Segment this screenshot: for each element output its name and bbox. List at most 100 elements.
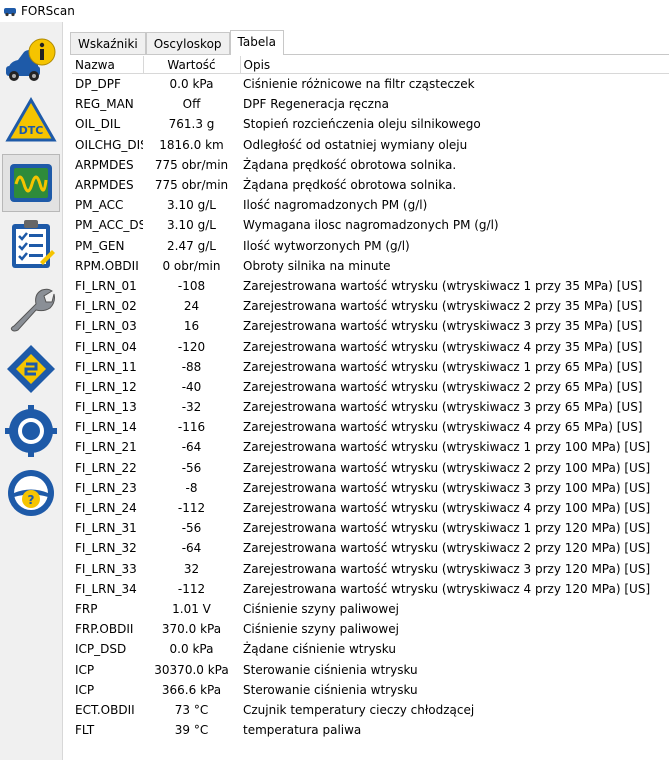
- cell-value: 0.0 kPa: [169, 642, 214, 657]
- tab-indicators[interactable]: Wskaźniki: [70, 32, 146, 54]
- table-row[interactable]: OIL_DIL 761.3 g Stopień rozcieńczenia olej…: [72, 114, 669, 134]
- sidebar-item-oscilloscope[interactable]: [2, 154, 60, 212]
- cell-name: FI_LRN_31: [75, 521, 137, 536]
- cell-description: Zarejestrowana wartość wtrysku (wtryskiw…: [243, 541, 651, 556]
- cell-name: FLT: [75, 723, 95, 738]
- cell-description: Sterowanie ciśnienia wtrysku: [243, 662, 418, 677]
- tab-strip: Wskaźniki Oscyloskop Tabela: [70, 30, 669, 55]
- sidebar-item-settings[interactable]: [2, 402, 60, 460]
- sidebar-item-checklist[interactable]: [2, 216, 60, 274]
- table-row[interactable]: FI_LRN_32 -64 Zarejestrowana wartość wtrys…: [72, 538, 669, 558]
- cell-value: 2.47 g/L: [167, 238, 216, 253]
- cell-value: -8: [185, 480, 198, 495]
- tab-table[interactable]: Tabela: [229, 30, 284, 55]
- table-row[interactable]: PM_ACC 3.10 g/L Ilość nagromadzonych PM (g…: [72, 195, 669, 215]
- table-row[interactable]: FI_LRN_12 -40 Zarejestrowana wartość wtrys…: [72, 377, 669, 397]
- cell-value: -32: [181, 400, 202, 415]
- pid-table: Nazwa Wartość Opis DP_DPF 0.0 kPa Ciśnieni…: [72, 56, 669, 740]
- table-row[interactable]: FI_LRN_31 -56 Zarejestrowana wartość wtrys…: [72, 518, 669, 538]
- table-row[interactable]: FLT 39 °C temperatura paliwa: [72, 720, 669, 740]
- cell-name: FRP: [75, 601, 98, 616]
- cell-description: Zarejestrowana wartość wtrysku (wtryskiw…: [243, 299, 643, 314]
- cell-description: Żądane ciśnienie wtrysku: [243, 642, 396, 657]
- cell-value: 0.0 kPa: [169, 77, 214, 92]
- table-row[interactable]: FI_LRN_24 -112 Zarejestrowana wartość wtry…: [72, 498, 669, 518]
- table-row[interactable]: FRP.OBDII 370.0 kPa Ciśnienie szyny paliwo…: [72, 619, 669, 639]
- cell-value: 1.01 V: [172, 601, 211, 616]
- table-row[interactable]: FI_LRN_14 -116 Zarejestrowana wartość wtry…: [72, 417, 669, 437]
- cell-description: Obroty silnika na minute: [243, 258, 391, 273]
- table-row[interactable]: FI_LRN_04 -120 Zarejestrowana wartość wtry…: [72, 336, 669, 356]
- table-row[interactable]: FI_LRN_01 -108 Zarejestrowana wartość wtry…: [72, 276, 669, 296]
- table-row[interactable]: ECT.OBDII 73 °C Czujnik temperatury cieczy…: [72, 700, 669, 720]
- table-row[interactable]: FI_LRN_21 -64 Zarejestrowana wartość wtrys…: [72, 437, 669, 457]
- cell-description: Odległość od ostatniej wymiany oleju: [243, 137, 468, 152]
- cell-description: Zarejestrowana wartość wtrysku (wtryskiw…: [243, 440, 651, 455]
- cell-value: -64: [181, 440, 202, 455]
- table-row[interactable]: DP_DPF 0.0 kPa Ciśnienie różnicowe na filt…: [72, 74, 669, 95]
- cell-name: FI_LRN_24: [75, 501, 137, 516]
- table-row[interactable]: ICP 366.6 kPa Sterowanie ciśnienia wtrysku: [72, 680, 669, 700]
- cell-description: Ciśnienie szyny paliwowej: [243, 601, 399, 616]
- cell-name: FI_LRN_32: [75, 541, 137, 556]
- cell-description: Zarejestrowana wartość wtrysku (wtryskiw…: [243, 400, 643, 415]
- table-row[interactable]: PM_ACC_DS 3.10 g/L Wymagana ilosc nagromad…: [72, 215, 669, 235]
- table-row[interactable]: FI_LRN_02 24 Zarejestrowana wartość wtrysk…: [72, 296, 669, 316]
- table-row[interactable]: FI_LRN_22 -56 Zarejestrowana wartość wtrys…: [72, 458, 669, 478]
- cell-description: Sterowanie ciśnienia wtrysku: [243, 682, 418, 697]
- sidebar-item-modules[interactable]: [2, 340, 60, 398]
- cell-name: FI_LRN_04: [75, 339, 137, 354]
- cell-value: -112: [177, 581, 206, 596]
- cell-value: -112: [177, 501, 206, 516]
- table-row[interactable]: REG_MAN Off DPF Regeneracja ręczna: [72, 94, 669, 114]
- sidebar-item-info[interactable]: [2, 30, 60, 88]
- cell-description: Zarejestrowana wartość wtrysku (wtryskiw…: [243, 561, 651, 576]
- tab-oscilloscope[interactable]: Oscyloskop: [145, 32, 230, 54]
- cell-name: ARPMDES: [75, 178, 134, 193]
- cell-description: Zarejestrowana wartość wtrysku (wtryskiw…: [243, 501, 651, 516]
- window-title: FORScan: [21, 4, 75, 18]
- cell-name: DP_DPF: [75, 77, 121, 92]
- oscilloscope-icon: [10, 164, 52, 202]
- cell-description: Zarejestrowana wartość wtrysku (wtryskiw…: [243, 521, 651, 536]
- sidebar-item-service[interactable]: [2, 278, 60, 336]
- cell-name: ICP_DSD: [75, 642, 127, 657]
- cell-value: -64: [181, 541, 202, 556]
- cell-value: 24: [183, 299, 200, 314]
- table-row[interactable]: FI_LRN_34 -112 Zarejestrowana wartość wtry…: [72, 579, 669, 599]
- table-row[interactable]: RPM.OBDII 0 obr/min Obroty silnika na minu…: [72, 256, 669, 276]
- cell-value: 16: [183, 319, 200, 334]
- cell-name: FI_LRN_23: [75, 480, 137, 495]
- table-row[interactable]: ICP 30370.0 kPa Sterowanie ciśnienia wtrys…: [72, 659, 669, 679]
- help-steering-icon: ?: [8, 470, 54, 516]
- sidebar-item-dtc[interactable]: DTC: [2, 92, 60, 150]
- cell-value: -56: [181, 521, 202, 536]
- table-row[interactable]: FI_LRN_03 16 Zarejestrowana wartość wtrysk…: [72, 316, 669, 336]
- cell-value: 73 °C: [174, 702, 209, 717]
- column-header-name[interactable]: Nazwa: [72, 56, 144, 74]
- table-row[interactable]: ARPMDES 775 obr/min Żądana prędkość obroto…: [72, 175, 669, 195]
- cell-name: ICP: [75, 662, 95, 677]
- cell-value: 32: [183, 561, 200, 576]
- table-row[interactable]: FI_LRN_33 32 Zarejestrowana wartość wtrysk…: [72, 559, 669, 579]
- table-row[interactable]: PM_GEN 2.47 g/L Ilość wytworzonych PM (g/l…: [72, 236, 669, 256]
- table-header-row: Nazwa Wartość Opis: [72, 56, 669, 74]
- svg-text:?: ?: [28, 493, 35, 507]
- cell-value: -56: [181, 460, 202, 475]
- table-row[interactable]: ICP_DSD 0.0 kPa Żądane ciśnienie wtrysku: [72, 639, 669, 659]
- table-row[interactable]: FRP 1.01 V Ciśnienie szyny paliwowej: [72, 599, 669, 619]
- column-header-description[interactable]: Opis: [240, 56, 669, 74]
- table-row[interactable]: FI_LRN_11 -88 Zarejestrowana wartość wtrys…: [72, 357, 669, 377]
- table-row[interactable]: OILCHG_DIS 1816.0 km Odległość od ostatnie…: [72, 135, 669, 155]
- column-header-value[interactable]: Wartość: [143, 56, 241, 74]
- cell-name: ECT.OBDII: [75, 702, 135, 717]
- sidebar-item-help[interactable]: ?: [2, 464, 60, 522]
- table-row[interactable]: FI_LRN_13 -32 Zarejestrowana wartość wtrys…: [72, 397, 669, 417]
- cell-description: Ilość nagromadzonych PM (g/l): [243, 198, 428, 213]
- cell-name: FI_LRN_21: [75, 440, 137, 455]
- table-row[interactable]: FI_LRN_23 -8 Zarejestrowana wartość wtrysk…: [72, 478, 669, 498]
- cell-value: 3.10 g/L: [167, 218, 216, 233]
- title-bar: FORScan: [0, 0, 669, 22]
- table-row[interactable]: ARPMDES 775 obr/min Żądana prędkość obroto…: [72, 155, 669, 175]
- cell-description: Zarejestrowana wartość wtrysku (wtryskiw…: [243, 339, 643, 354]
